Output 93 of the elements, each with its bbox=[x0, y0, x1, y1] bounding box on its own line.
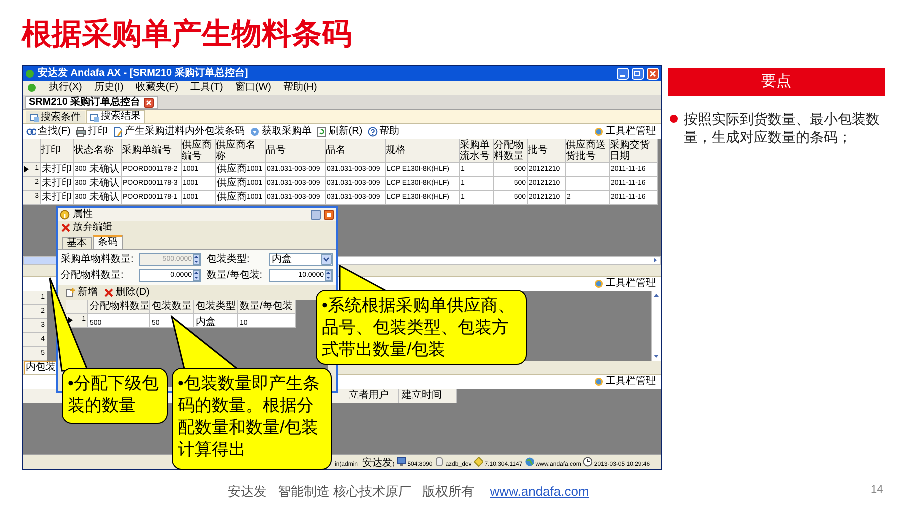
toolbar-manager-button[interactable]: 工具栏管理 bbox=[594, 279, 658, 289]
toolbar-button[interactable]: 查找(F) bbox=[26, 126, 71, 136]
column-header: 建立时间 bbox=[399, 389, 457, 403]
dropdown-icon[interactable] bbox=[321, 254, 332, 265]
document-icon bbox=[112, 126, 123, 136]
tab[interactable]: 搜索条件 bbox=[26, 111, 85, 123]
monitor-icon bbox=[396, 457, 406, 467]
column-header: 品号 bbox=[266, 139, 326, 163]
menu-item[interactable]: 工具(T) bbox=[190, 83, 224, 93]
clock-icon bbox=[583, 457, 592, 467]
field-label: 包装类型: bbox=[206, 254, 251, 264]
column-header: 采购单流水号 bbox=[460, 139, 494, 163]
column-header: 分配物料数量 bbox=[494, 139, 528, 163]
help-icon bbox=[368, 126, 378, 136]
globe-icon bbox=[524, 457, 534, 467]
delete-icon bbox=[104, 288, 114, 298]
gear-icon bbox=[594, 126, 604, 136]
menu-item[interactable]: 窗口(W) bbox=[235, 83, 272, 93]
column-header: 品名 bbox=[326, 139, 386, 163]
close-icon[interactable] bbox=[144, 98, 154, 108]
current-row-icon bbox=[23, 165, 30, 174]
menu-item[interactable]: 收藏夹(F) bbox=[136, 83, 179, 93]
column-header: 打印 bbox=[41, 139, 74, 163]
table-cell: 内盒 bbox=[194, 314, 238, 328]
column-header: 分配物料数量 bbox=[88, 300, 150, 314]
column-header: 规格 bbox=[386, 139, 460, 163]
menu-item[interactable]: 执行(X) bbox=[49, 83, 82, 93]
table-cell: 未打印 bbox=[41, 177, 74, 191]
close-icon[interactable] bbox=[324, 210, 334, 220]
toolbar-button[interactable]: 产生采购进料内外包装条码 bbox=[112, 126, 245, 136]
window-icon bbox=[90, 112, 99, 122]
menu-item[interactable]: 历史(I) bbox=[94, 83, 124, 93]
column-header: 包装类型 bbox=[194, 300, 238, 314]
refresh-icon bbox=[316, 126, 327, 136]
tab[interactable]: 基本 bbox=[62, 237, 92, 249]
window-title: 安达发 Andafa AX - [SRM210 采购订单总控台] bbox=[38, 68, 248, 78]
printer-icon bbox=[76, 126, 86, 136]
vertical-scrollbar[interactable] bbox=[651, 291, 661, 361]
gear-icon bbox=[594, 279, 604, 289]
table-cell bbox=[566, 177, 610, 191]
toolbar-button[interactable]: 获取采购单 bbox=[250, 126, 312, 136]
delete-icon bbox=[61, 223, 71, 233]
bullet-icon bbox=[670, 115, 678, 123]
download-icon bbox=[250, 126, 260, 136]
toolbar-button[interactable]: 打印 bbox=[76, 126, 108, 136]
dialog-title: 属性 bbox=[73, 210, 93, 220]
page-number: 14 bbox=[871, 483, 884, 498]
column-header: 包装数量 bbox=[150, 300, 194, 314]
tab[interactable]: 条码 bbox=[93, 235, 123, 249]
restore-icon[interactable] bbox=[311, 210, 321, 220]
window-icon bbox=[30, 113, 39, 122]
column-header: 状态名称 bbox=[74, 139, 122, 163]
column-header: 数量/每包装 bbox=[238, 300, 296, 314]
info-icon bbox=[60, 210, 70, 220]
table-cell: 未打印 bbox=[41, 191, 74, 205]
website-link[interactable]: www.andafa.com bbox=[490, 482, 590, 502]
cancel-edit-button[interactable]: 放弃编辑 bbox=[61, 223, 113, 233]
field-label: 数量/每包装: bbox=[206, 270, 264, 280]
dropdown-field[interactable]: 内盒 bbox=[269, 253, 333, 266]
gear-icon bbox=[594, 377, 604, 387]
toolbar-button[interactable]: 新增 bbox=[66, 288, 98, 298]
toolbar-button[interactable]: 帮助 bbox=[368, 126, 400, 136]
table-cell: 未打印 bbox=[41, 163, 74, 177]
key-point: 按照实际到货数量、最小包装数量，生成对应数量的条码； bbox=[684, 110, 881, 146]
column-header: 供应商名称 bbox=[216, 139, 266, 163]
add-icon bbox=[66, 288, 76, 298]
minimize-icon[interactable] bbox=[617, 68, 629, 80]
search-icon bbox=[26, 126, 36, 136]
callout: •分配下级包装的数量 bbox=[62, 368, 168, 424]
section-heading: 要点 bbox=[668, 68, 885, 96]
slide-title: 根据采购单产生物料条码 bbox=[22, 17, 352, 53]
tab[interactable]: 内包装 bbox=[24, 361, 58, 374]
column-header: 采购交货日期 bbox=[610, 139, 658, 163]
toolbar-button[interactable]: 刷新(R) bbox=[316, 126, 363, 136]
spin-icon[interactable] bbox=[325, 270, 332, 281]
app-icon bbox=[25, 68, 35, 78]
toolbar-manager-button[interactable]: 工具栏管理 bbox=[594, 126, 658, 136]
table-cell bbox=[566, 163, 610, 177]
column-header: 供应商送货批号 bbox=[566, 139, 610, 163]
diamond-icon bbox=[474, 457, 483, 467]
toolbar-manager-button[interactable]: 工具栏管理 bbox=[594, 377, 658, 387]
column-header: 采购单编号 bbox=[122, 139, 182, 163]
menu-item[interactable]: 帮助(H) bbox=[283, 83, 318, 93]
tab[interactable]: 搜索结果 bbox=[86, 110, 145, 123]
database-icon bbox=[434, 457, 444, 467]
toolbar-button[interactable]: 删除(D) bbox=[104, 288, 150, 298]
field-label: 分配物料数量: bbox=[61, 270, 125, 280]
spin-icon[interactable] bbox=[193, 270, 200, 281]
document-tab[interactable]: SRM210 采购订单总控台 bbox=[25, 96, 158, 109]
field-label: 采购单物料数量: bbox=[61, 254, 135, 264]
footer-text: 安达发 智能制造 核心技术原厂 版权所有 bbox=[228, 483, 474, 501]
column-header: 供应商编号 bbox=[182, 139, 216, 163]
column-header: 批号 bbox=[528, 139, 566, 163]
